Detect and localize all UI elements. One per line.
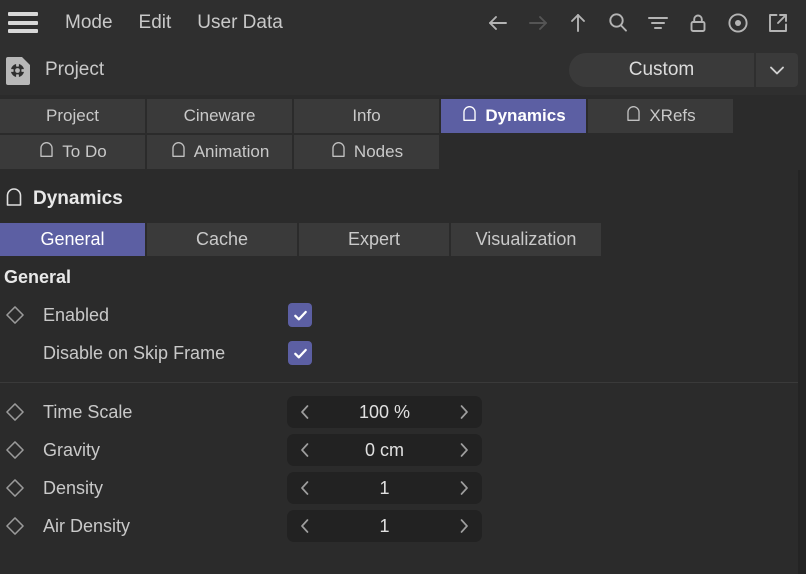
tab-info[interactable]: Info xyxy=(294,99,439,133)
tab-nodes[interactable]: Nodes xyxy=(294,135,439,169)
number-value-gravity[interactable]: 0 cm xyxy=(313,440,456,461)
tab-cineware[interactable]: Cineware xyxy=(147,99,292,133)
checkbox-disable-on-skip-frame[interactable] xyxy=(288,341,312,365)
subtab-expert[interactable]: Expert xyxy=(299,223,449,256)
arch-icon xyxy=(330,140,347,164)
number-field-time-scale[interactable]: 100 % xyxy=(287,396,482,428)
chevron-right-icon[interactable] xyxy=(456,402,472,422)
chevron-right-icon[interactable] xyxy=(456,478,472,498)
property-row-air-density: Air Density 1 xyxy=(0,507,806,545)
chevron-left-icon[interactable] xyxy=(297,516,313,536)
object-title: Project xyxy=(45,59,105,80)
arrow-left-icon[interactable] xyxy=(478,3,518,43)
record-icon[interactable] xyxy=(718,3,758,43)
tab-row-secondary: To Do Animation Nodes xyxy=(0,135,441,169)
arch-icon xyxy=(4,186,24,213)
property-row-density: Density 1 xyxy=(0,469,806,507)
filter-icon[interactable] xyxy=(638,3,678,43)
vertical-scrollbar[interactable] xyxy=(798,170,806,574)
object-header: Dynamics xyxy=(0,180,806,218)
tab-label: To Do xyxy=(62,142,107,161)
checkbox-enabled[interactable] xyxy=(288,303,312,327)
lock-icon[interactable] xyxy=(678,3,718,43)
keyframe-diamond-icon[interactable] xyxy=(0,441,30,459)
hamburger-icon[interactable] xyxy=(8,12,38,33)
property-label-air-density: Air Density xyxy=(43,515,131,536)
project-gear-icon xyxy=(6,55,32,85)
keyframe-diamond-icon[interactable] xyxy=(0,479,30,497)
tab-label: Animation xyxy=(193,142,270,161)
tab-project[interactable]: Project xyxy=(0,99,145,133)
chevron-right-icon[interactable] xyxy=(456,440,472,460)
number-value-density[interactable]: 1 xyxy=(313,478,456,499)
search-icon[interactable] xyxy=(598,3,638,43)
menu-item-mode[interactable]: Mode xyxy=(52,0,126,45)
arch-icon xyxy=(170,140,187,164)
open-external-icon[interactable] xyxy=(758,3,798,43)
tab-xrefs[interactable]: XRefs xyxy=(588,99,733,133)
tab-label: XRefs xyxy=(649,106,696,125)
property-label-disable-on-skip-frame: Disable on Skip Frame xyxy=(43,342,226,363)
layout-dropdown[interactable]: Custom xyxy=(569,53,798,87)
arch-icon xyxy=(38,140,55,164)
properties-panel: General Enabled Disable on Skip Frame Ti… xyxy=(0,262,806,545)
tab-row-primary: Project Cineware Info Dynamics XRefs xyxy=(0,99,735,133)
arch-icon xyxy=(461,104,478,128)
app-window: Mode Edit User Data Project Custom Proje… xyxy=(0,0,806,574)
number-field-gravity[interactable]: 0 cm xyxy=(287,434,482,466)
arrow-up-icon[interactable] xyxy=(558,3,598,43)
arch-icon xyxy=(625,104,642,128)
object-header-label: Dynamics xyxy=(33,188,123,209)
chevron-right-icon[interactable] xyxy=(456,516,472,536)
keyframe-diamond-icon[interactable] xyxy=(0,517,30,535)
tab-animation[interactable]: Animation xyxy=(147,135,292,169)
keyframe-diamond-icon[interactable] xyxy=(0,306,30,324)
numeric-property-rows: Time Scale 100 % Gravity 0 cm Density 1 Air De… xyxy=(0,393,806,545)
sub-tab-row: General Cache Expert Visualization xyxy=(0,223,603,256)
chevron-left-icon[interactable] xyxy=(297,478,313,498)
property-row-disable-on-skip-frame: Disable on Skip Frame xyxy=(0,334,806,372)
tab-label: Dynamics xyxy=(485,106,566,125)
menu-item-user-data[interactable]: User Data xyxy=(184,0,296,45)
chevron-left-icon[interactable] xyxy=(297,440,313,460)
tab-to-do[interactable]: To Do xyxy=(0,135,145,169)
tab-dynamics[interactable]: Dynamics xyxy=(441,99,586,133)
tab-label: Nodes xyxy=(353,142,404,161)
number-value-air-density[interactable]: 1 xyxy=(313,516,456,537)
subtab-label: Visualization xyxy=(475,229,577,249)
property-label-density: Density xyxy=(43,477,104,498)
property-label-gravity: Gravity xyxy=(43,439,101,460)
subtab-general[interactable]: General xyxy=(0,223,145,256)
section-divider xyxy=(0,382,806,383)
subtab-label: Expert xyxy=(347,229,401,249)
menu-item-edit[interactable]: Edit xyxy=(126,0,185,45)
layout-dropdown-value[interactable]: Custom xyxy=(569,53,754,87)
object-row: Project Custom xyxy=(0,45,806,95)
chevron-down-icon[interactable] xyxy=(756,53,798,87)
subtab-label: Cache xyxy=(195,229,249,249)
menu-bar: Mode Edit User Data xyxy=(0,0,806,45)
tab-label: Info xyxy=(352,106,381,125)
property-label-time-scale: Time Scale xyxy=(43,401,133,422)
property-row-time-scale: Time Scale 100 % xyxy=(0,393,806,431)
arrow-right-icon[interactable] xyxy=(518,3,558,43)
chevron-left-icon[interactable] xyxy=(297,402,313,422)
property-row-gravity: Gravity 0 cm xyxy=(0,431,806,469)
keyframe-diamond-icon[interactable] xyxy=(0,403,30,421)
subtab-visualization[interactable]: Visualization xyxy=(451,223,601,256)
number-field-air-density[interactable]: 1 xyxy=(287,510,482,542)
subtab-label: General xyxy=(40,229,105,249)
subtab-cache[interactable]: Cache xyxy=(147,223,297,256)
number-value-time-scale[interactable]: 100 % xyxy=(313,402,456,423)
property-row-enabled: Enabled xyxy=(0,296,806,334)
toolbar-icons xyxy=(478,3,806,43)
property-label-enabled: Enabled xyxy=(43,304,110,325)
group-title-general: General xyxy=(4,267,72,287)
tab-label: Project xyxy=(46,106,99,125)
tab-label: Cineware xyxy=(183,106,256,125)
number-field-density[interactable]: 1 xyxy=(287,472,482,504)
